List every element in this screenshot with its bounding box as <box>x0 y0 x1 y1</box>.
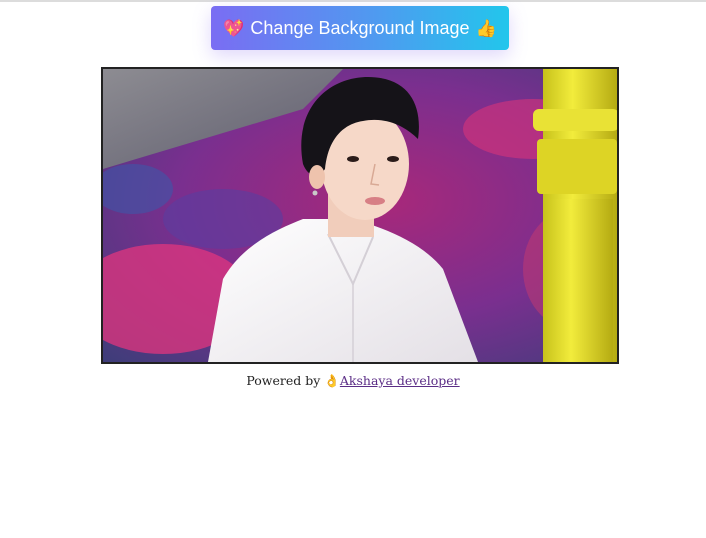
thumbs-up-icon: 👍 <box>475 18 497 38</box>
powered-by-text: Powered by <box>246 373 321 388</box>
change-background-label: Change Background Image <box>250 17 470 38</box>
background-image <box>101 67 619 364</box>
developer-link[interactable]: Akshaya developer <box>340 373 460 388</box>
footer: Powered by 👌Akshaya developer <box>0 373 706 389</box>
change-background-button[interactable]: 💖 Change Background Image 👍 <box>211 6 509 50</box>
top-divider <box>0 0 706 2</box>
portrait-photo <box>103 69 617 362</box>
sparkling-heart-icon: 💖 <box>223 18 245 38</box>
ok-hand-icon: 👌 <box>324 373 340 388</box>
